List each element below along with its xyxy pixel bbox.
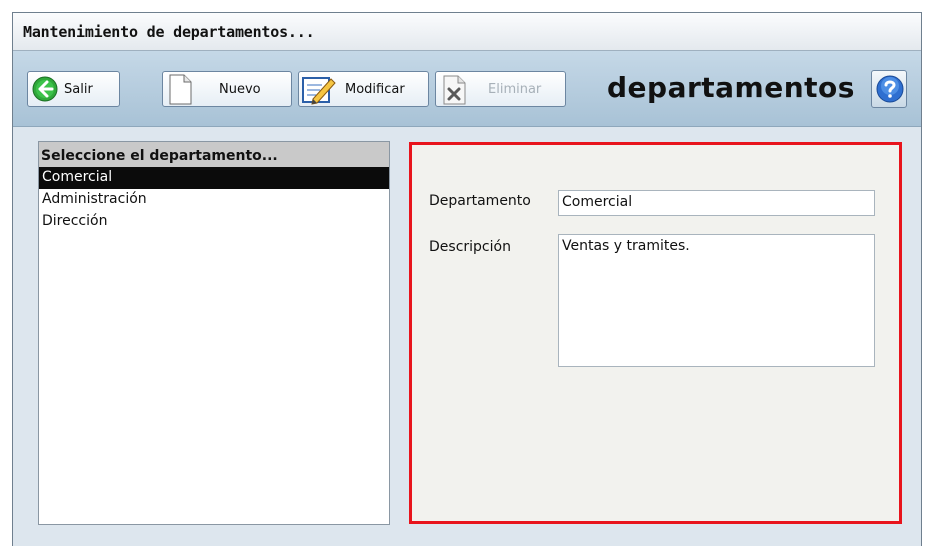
new-button-label: Nuevo <box>219 82 261 97</box>
help-button[interactable] <box>871 70 907 108</box>
delete-button-label: Eliminar <box>488 82 542 97</box>
toolbar: Salir Nuevo Modificar Eliminar departame… <box>13 51 921 127</box>
modify-button[interactable]: Modificar <box>298 71 429 107</box>
description-label: Descripción <box>429 239 511 255</box>
new-document-icon <box>169 74 192 105</box>
modify-button-label: Modificar <box>345 82 405 97</box>
delete-document-icon <box>443 75 466 105</box>
list-item-comercial[interactable]: Comercial <box>39 167 389 189</box>
help-question-icon <box>876 75 904 103</box>
exit-button[interactable]: Salir <box>27 71 120 107</box>
list-item-direccion[interactable]: Dirección <box>39 211 389 233</box>
delete-button[interactable]: Eliminar <box>435 71 566 107</box>
description-field[interactable]: Ventas y tramites. <box>558 234 875 367</box>
new-button[interactable]: Nuevo <box>162 71 292 107</box>
department-field[interactable]: Comercial <box>558 190 875 216</box>
brand-title: departamentos <box>607 71 855 104</box>
list-item-administracion[interactable]: Administración <box>39 189 389 211</box>
window-title: Mantenimiento de departamentos... <box>23 23 315 41</box>
main-window: Mantenimiento de departamentos... Salir … <box>12 12 922 546</box>
department-list: Seleccione el departamento... Comercial … <box>38 141 390 525</box>
list-header: Seleccione el departamento... <box>39 142 389 167</box>
department-form: Departamento Comercial Descripción Venta… <box>409 142 902 524</box>
back-arrow-icon <box>32 76 58 102</box>
department-label: Departamento <box>429 193 531 209</box>
title-bar: Mantenimiento de departamentos... <box>13 13 921 51</box>
exit-button-label: Salir <box>64 82 93 97</box>
edit-pencil-icon <box>302 77 336 105</box>
